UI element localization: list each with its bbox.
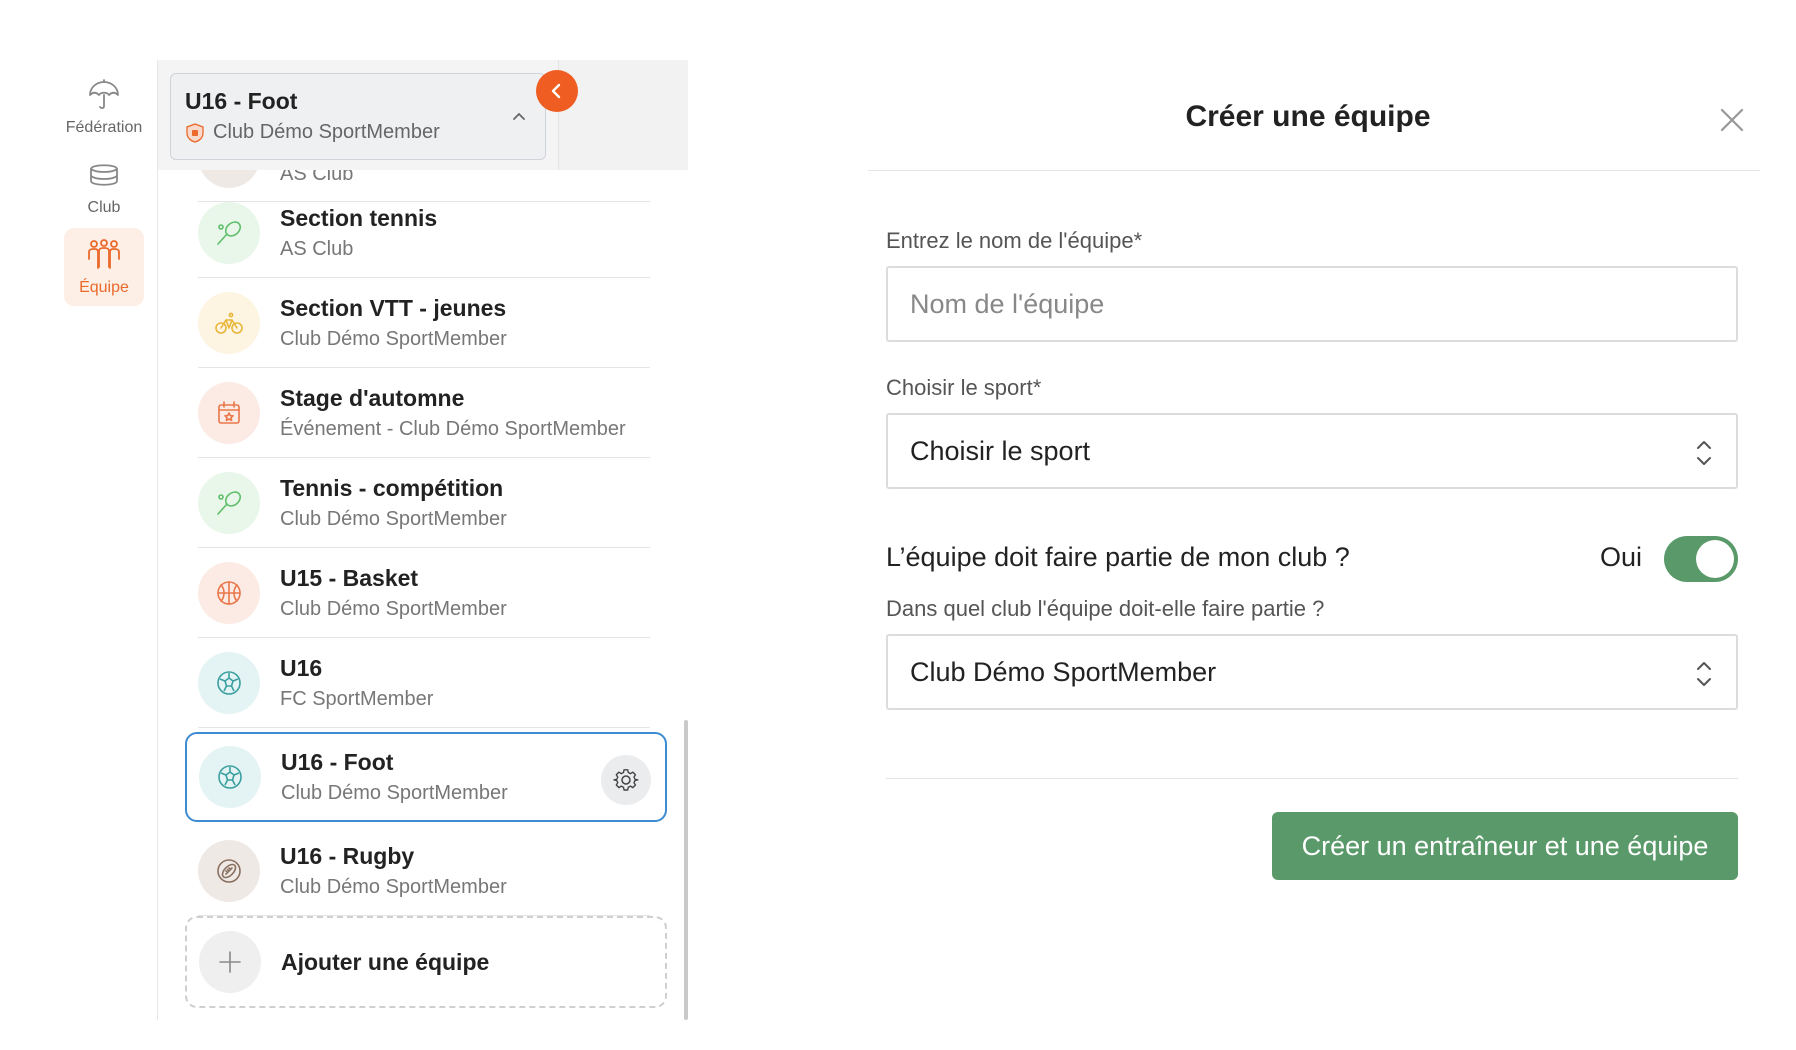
list-item-sub: Club Démo SportMember	[280, 327, 507, 350]
list-item-sub: Club Démo SportMember	[280, 875, 507, 898]
tennis-icon	[217, 490, 242, 515]
club-select[interactable]: Club Démo SportMember	[886, 634, 1738, 710]
content-area-strip	[558, 60, 688, 170]
bike-icon	[215, 312, 243, 334]
list-item-sub: Événement - Club Démo SportMember	[280, 417, 626, 440]
chevron-up-icon	[513, 112, 525, 120]
list-item[interactable]: U16 FC SportMember	[198, 638, 650, 728]
list-item-name: Stage d'automne	[280, 384, 465, 411]
list-item[interactable]: Tennis - compétition Club Démo SportMemb…	[198, 458, 650, 548]
list-item-name: U15 - Basket	[280, 564, 419, 591]
rail-item-club[interactable]: Club	[64, 148, 144, 226]
modal-header-divider	[868, 170, 1760, 171]
toggle-state-label: Oui	[1600, 542, 1643, 572]
current-team-club: Club Démo SportMember	[213, 121, 440, 143]
create-coach-and-team-button[interactable]: Créer un entraîneur et une équipe	[1272, 812, 1738, 880]
club-membership-toggle[interactable]	[1664, 536, 1738, 582]
list-item[interactable]: U15 - Basket Club Démo SportMember	[198, 548, 650, 638]
list-item-name: Section VTT - jeunes	[280, 294, 507, 321]
list-item-selected[interactable]: U16 - Foot Club Démo SportMember	[185, 732, 667, 822]
collapse-panel-button[interactable]	[536, 70, 578, 112]
team-name-label: Entrez le nom de l'équipe*	[886, 228, 1143, 253]
list-item-sub: FC SportMember	[280, 687, 434, 710]
club-badge-icon	[186, 122, 204, 143]
list-item-name: U16 - Foot	[281, 749, 394, 775]
gear-icon	[613, 769, 639, 791]
rail-item-equipe[interactable]: Équipe	[64, 228, 144, 306]
current-team-name: U16 - Foot	[185, 88, 298, 114]
modal-footer-divider	[886, 778, 1738, 779]
current-team-selector[interactable]: U16 - Foot Club Démo SportMember	[170, 73, 546, 160]
add-team-label: Ajouter une équipe	[281, 948, 490, 975]
club-membership-question: L’équipe doit faire partie de mon club ?	[886, 542, 1350, 572]
list-item[interactable]: Section VTT - jeunes Club Démo SportMemb…	[198, 278, 650, 368]
rugby-ball-icon	[217, 858, 241, 883]
umbrella-icon	[89, 79, 119, 109]
list-scrollbar[interactable]	[684, 720, 688, 1020]
plus-icon	[219, 951, 241, 973]
chevron-left-icon	[551, 83, 561, 99]
sport-select[interactable]: Choisir le sport	[886, 413, 1738, 489]
select-arrows-icon	[1697, 662, 1711, 686]
basketball-icon	[217, 580, 241, 605]
list-item-name: Tennis - compétition	[280, 474, 504, 501]
list-item-name: U16	[280, 654, 323, 681]
rail-item-label: Fédération	[65, 119, 143, 136]
add-team-button[interactable]: Ajouter une équipe	[185, 916, 667, 1008]
club-select-value: Club Démo SportMember	[910, 656, 1217, 687]
soccer-ball-icon	[218, 765, 242, 789]
list-item[interactable]: Section tennis AS Club	[198, 188, 650, 278]
rail-item-federation[interactable]: Fédération	[64, 68, 144, 146]
sport-label: Choisir le sport*	[886, 375, 1042, 400]
side-rail: Fédération Club Équipe	[0, 60, 158, 1020]
list-item-sub: Club Démo SportMember	[280, 507, 507, 530]
calendar-icon	[218, 400, 240, 424]
list-item-sub: Club Démo SportMember	[280, 597, 507, 620]
list-item-sub: AS Club	[280, 170, 354, 185]
toggle-knob	[1696, 540, 1734, 578]
team-list: AS Club Section tennis AS Club Section V…	[170, 170, 688, 1020]
app: Fédération Club Équipe U16 - Foot Club D…	[0, 0, 1796, 1050]
create-team-modal: Créer une équipe Entrez le nom de l'équi…	[868, 60, 1796, 1020]
rail-item-label: Équipe	[79, 279, 129, 296]
list-item-name: U16 - Rugby	[280, 842, 415, 869]
list-item-name: Section tennis	[280, 204, 438, 231]
team-settings-button[interactable]	[601, 755, 651, 805]
sport-select-value: Choisir le sport	[910, 435, 1091, 466]
soccer-ball-icon	[217, 670, 241, 695]
list-item-sub: Club Démo SportMember	[281, 782, 508, 804]
team-icon	[88, 239, 120, 269]
modal-title: Créer une équipe	[1185, 100, 1431, 133]
list-item[interactable]: U16 - Rugby Club Démo SportMember	[198, 826, 650, 916]
select-arrows-icon	[1697, 441, 1711, 465]
close-icon[interactable]	[1716, 104, 1748, 136]
list-item[interactable]: Stage d'automne Événement - Club Démo Sp…	[198, 368, 650, 458]
club-select-label: Dans quel club l'équipe doit-elle faire …	[886, 596, 1325, 621]
club-icon	[90, 164, 118, 186]
tennis-icon	[217, 220, 242, 245]
list-item-sub: AS Club	[280, 237, 354, 260]
rail-item-label: Club	[87, 199, 121, 216]
team-name-input[interactable]	[886, 266, 1738, 342]
